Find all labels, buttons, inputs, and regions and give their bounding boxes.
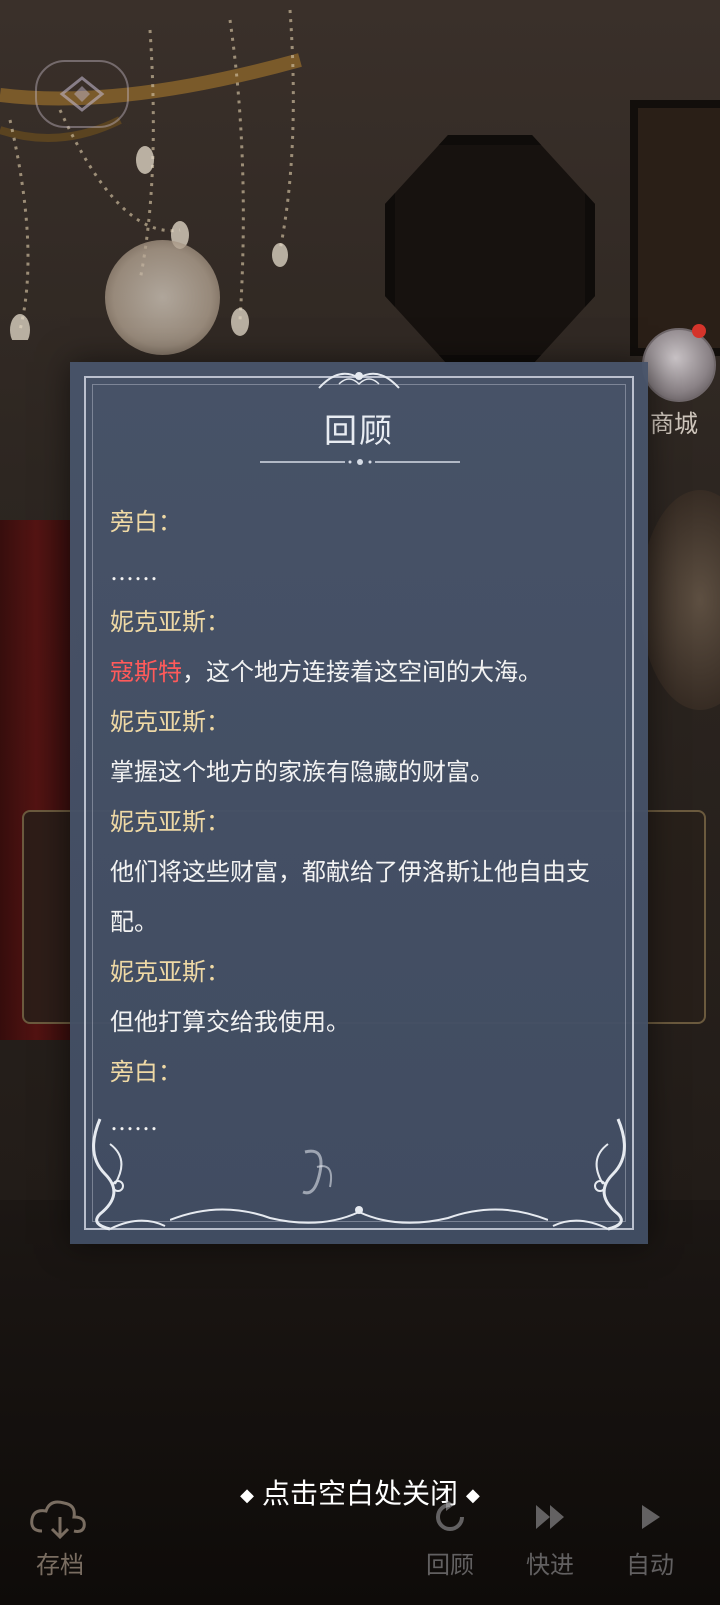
title-divider [260,459,460,465]
shop-label[interactable]: 商城 [650,404,698,439]
log-speaker: 妮克亚斯： [110,708,230,736]
fast-forward-icon [536,1505,564,1529]
octagonal-mirror [385,135,595,365]
log-text-rest: ，这个地方连接着这空间的大海。 [182,658,542,686]
log-text: 但他打算交给我使用。 [110,1008,350,1036]
review-panel[interactable]: 回顾 旁白： …… 妮克亚斯： 寇斯特，这个地方连接着这空间的大海。 妮克亚斯：… [70,362,648,1244]
log-text: 他们将这些财富，都献给了伊洛斯让他自由支 [110,858,590,886]
log-text: …… [110,558,158,586]
diamond-icon: ◆ [240,1484,254,1506]
play-icon [642,1505,660,1529]
corner-flourish-icon [92,1118,166,1231]
notification-dot [692,324,706,338]
game-logo [295,1142,425,1202]
top-ornament-icon [318,372,400,389]
back-diamond-icon [59,76,105,112]
save-label: 存档 [36,1551,84,1579]
shop-avatar-icon[interactable] [642,328,716,402]
log-speaker: 妮克亚斯： [110,958,230,986]
cloud-save-icon [30,1500,86,1539]
corner-flourish-icon [552,1118,626,1231]
highlighted-name: 寇斯特 [110,658,182,686]
log-speaker: 旁白： [110,1058,182,1086]
panel-title: 回顾 [324,411,394,450]
log-text-continued: 配。 [110,908,158,936]
auto-play-button[interactable]: 自动 [610,1495,690,1580]
auto-play-label: 自动 [626,1551,674,1579]
log-text: 掌握这个地方的家族有隐藏的财富。 [110,758,494,786]
decorative-plate [105,240,220,355]
review-icon [436,1499,464,1531]
review-log[interactable]: 旁白： …… 妮克亚斯： 寇斯特，这个地方连接着这空间的大海。 妮克亚斯： 掌握… [110,497,610,1147]
back-button[interactable] [35,60,129,128]
review-label: 回顾 [426,1551,474,1579]
log-text: 寇斯特，这个地方连接着这空间的大海。 [110,647,610,697]
wall-painting [630,100,720,356]
log-speaker: 旁白： [110,508,182,536]
review-button[interactable]: 回顾 [410,1495,490,1580]
save-button[interactable]: 存档 [20,1495,100,1580]
log-speaker: 妮克亚斯： [110,808,230,836]
fast-forward-button[interactable]: 快进 [510,1495,590,1580]
fast-forward-label: 快进 [526,1551,574,1579]
log-text: …… [110,1108,158,1136]
log-speaker: 妮克亚斯： [110,608,230,636]
